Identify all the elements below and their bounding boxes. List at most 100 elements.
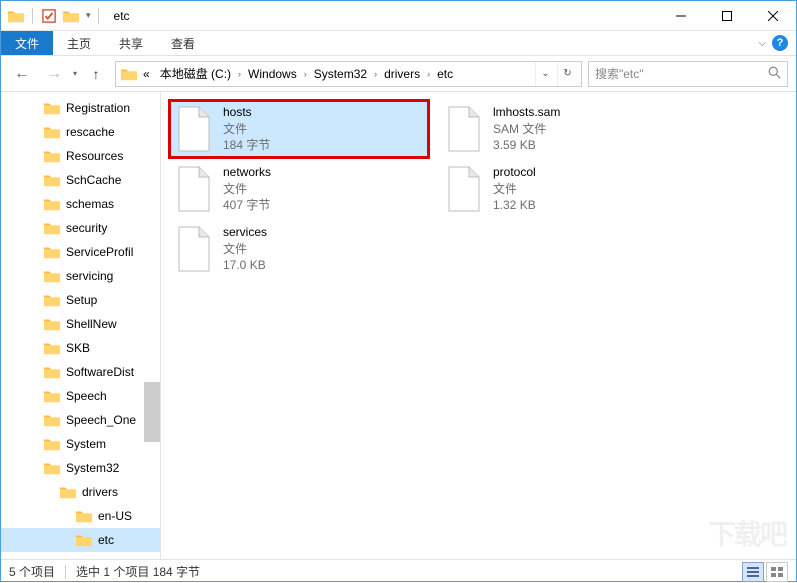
folder-icon — [43, 316, 61, 332]
details-view-button[interactable] — [742, 562, 764, 582]
file-meta: hosts文件184 字节 — [223, 104, 270, 154]
icons-view-button[interactable] — [766, 562, 788, 582]
back-button[interactable]: ← — [9, 61, 35, 87]
address-dropdown-icon[interactable]: ⌄ — [535, 62, 555, 86]
folder-icon — [43, 124, 61, 140]
chevron-right-icon[interactable]: › — [372, 69, 379, 79]
tab-home[interactable]: 主页 — [53, 31, 105, 55]
help-icon[interactable]: ? — [772, 35, 788, 51]
file-item-lmhostssam[interactable]: lmhosts.samSAM 文件3.59 KB — [439, 100, 699, 158]
tree-item-etc[interactable]: etc — [1, 528, 160, 552]
minimize-button[interactable] — [658, 1, 704, 31]
file-item-protocol[interactable]: protocol文件1.32 KB — [439, 160, 699, 218]
file-name: hosts — [223, 104, 270, 121]
breadcrumb-segment[interactable]: Windows — [243, 67, 302, 81]
file-type: 文件 — [223, 121, 270, 138]
search-icon[interactable] — [768, 66, 781, 82]
file-list-pane[interactable]: hosts文件184 字节 lmhosts.samSAM 文件3.59 KB net… — [161, 92, 796, 559]
tree-item-label: Registration — [66, 101, 130, 115]
tree-item-servicing[interactable]: servicing — [1, 264, 160, 288]
file-meta: protocol文件1.32 KB — [493, 164, 536, 214]
up-button[interactable]: ↑ — [83, 61, 109, 87]
tree-item-shellnew[interactable]: ShellNew — [1, 312, 160, 336]
tree-item-speechone[interactable]: Speech_One — [1, 408, 160, 432]
tree-item-label: drivers — [82, 485, 118, 499]
breadcrumb-segment[interactable]: System32 — [309, 67, 372, 81]
ribbon-tabs: 文件 主页 共享 查看 ⌵ ? — [1, 31, 796, 56]
file-icon — [173, 165, 215, 213]
file-icon — [443, 165, 485, 213]
folder-icon — [43, 340, 61, 356]
file-icon — [173, 225, 215, 273]
refresh-icon[interactable]: ↻ — [557, 62, 577, 86]
tab-view[interactable]: 查看 — [157, 31, 209, 55]
tree-item-softwaredist[interactable]: SoftwareDist — [1, 360, 160, 384]
quick-folder-icon[interactable] — [62, 7, 80, 25]
tree-item-drivers[interactable]: drivers — [1, 480, 160, 504]
folder-icon — [59, 484, 77, 500]
app-folder-icon — [7, 7, 25, 25]
file-type: SAM 文件 — [493, 121, 560, 138]
checkbox-properties-icon[interactable] — [40, 7, 58, 25]
folder-icon — [43, 436, 61, 452]
navigation-tree[interactable]: Registration rescache Resources SchCachesch… — [1, 92, 161, 559]
status-size: 184 字节 — [153, 563, 200, 580]
status-item-count: 5 个项目 — [9, 563, 55, 580]
tree-item-label: SoftwareDist — [66, 365, 134, 379]
address-folder-icon — [120, 66, 138, 82]
file-name: lmhosts.sam — [493, 104, 560, 121]
tree-item-label: Setup — [66, 293, 97, 307]
breadcrumb-prefix[interactable]: « — [138, 67, 155, 81]
tree-item-label: rescache — [66, 125, 115, 139]
search-input[interactable]: 搜索"etc" — [588, 61, 788, 87]
forward-button[interactable]: → — [41, 61, 67, 87]
folder-icon — [75, 508, 93, 524]
separator — [65, 565, 66, 579]
tree-item-system[interactable]: System — [1, 432, 160, 456]
file-meta: lmhosts.samSAM 文件3.59 KB — [493, 104, 560, 154]
tree-item-label: Speech — [66, 389, 107, 403]
file-item-services[interactable]: services文件17.0 KB — [169, 220, 429, 278]
tree-item-resources[interactable]: Resources — [1, 144, 160, 168]
file-type: 文件 — [223, 241, 267, 258]
file-item-hosts[interactable]: hosts文件184 字节 — [169, 100, 429, 158]
tree-item-enus[interactable]: en-US — [1, 504, 160, 528]
tree-item-serviceprofil[interactable]: ServiceProfil — [1, 240, 160, 264]
folder-icon — [43, 412, 61, 428]
file-item-networks[interactable]: networks文件407 字节 — [169, 160, 429, 218]
breadcrumb-segment[interactable]: etc — [432, 67, 458, 81]
tree-item-system32[interactable]: System32 — [1, 456, 160, 480]
tree-item-label: SKB — [66, 341, 90, 355]
folder-icon — [43, 244, 61, 260]
file-name: protocol — [493, 164, 536, 181]
file-size: 407 字节 — [223, 197, 271, 214]
tree-item-security[interactable]: security — [1, 216, 160, 240]
maximize-button[interactable] — [704, 1, 750, 31]
address-bar[interactable]: « 本地磁盘 (C:) › Windows › System32 › drive… — [115, 61, 582, 87]
chevron-right-icon[interactable]: › — [302, 69, 309, 79]
tree-item-rescache[interactable]: rescache — [1, 120, 160, 144]
tree-item-registration[interactable]: Registration — [1, 96, 160, 120]
tree-item-schcache[interactable]: SchCache — [1, 168, 160, 192]
tree-item-skb[interactable]: SKB — [1, 336, 160, 360]
chevron-right-icon[interactable]: › — [236, 69, 243, 79]
file-size: 1.32 KB — [493, 197, 536, 214]
tab-file[interactable]: 文件 — [1, 31, 53, 55]
qat-dropdown-icon[interactable]: ▾ — [86, 10, 91, 21]
tab-share[interactable]: 共享 — [105, 31, 157, 55]
tree-item-schemas[interactable]: schemas — [1, 192, 160, 216]
chevron-right-icon[interactable]: › — [425, 69, 432, 79]
tree-item-setup[interactable]: Setup — [1, 288, 160, 312]
breadcrumb-segment[interactable]: drivers — [379, 67, 425, 81]
tree-item-label: Resources — [66, 149, 123, 163]
breadcrumb-segment[interactable]: 本地磁盘 (C:) — [155, 65, 236, 82]
close-button[interactable] — [750, 1, 796, 31]
file-size: 3.59 KB — [493, 137, 560, 154]
tree-item-label: servicing — [66, 269, 113, 283]
history-dropdown-icon[interactable]: ▾ — [73, 69, 77, 78]
view-mode-toggle — [742, 562, 788, 582]
scrollbar-thumb[interactable] — [144, 382, 160, 442]
ribbon-expand-icon[interactable]: ⌵ — [758, 38, 766, 49]
tree-item-speech[interactable]: Speech — [1, 384, 160, 408]
tree-item-label: System32 — [66, 461, 119, 475]
